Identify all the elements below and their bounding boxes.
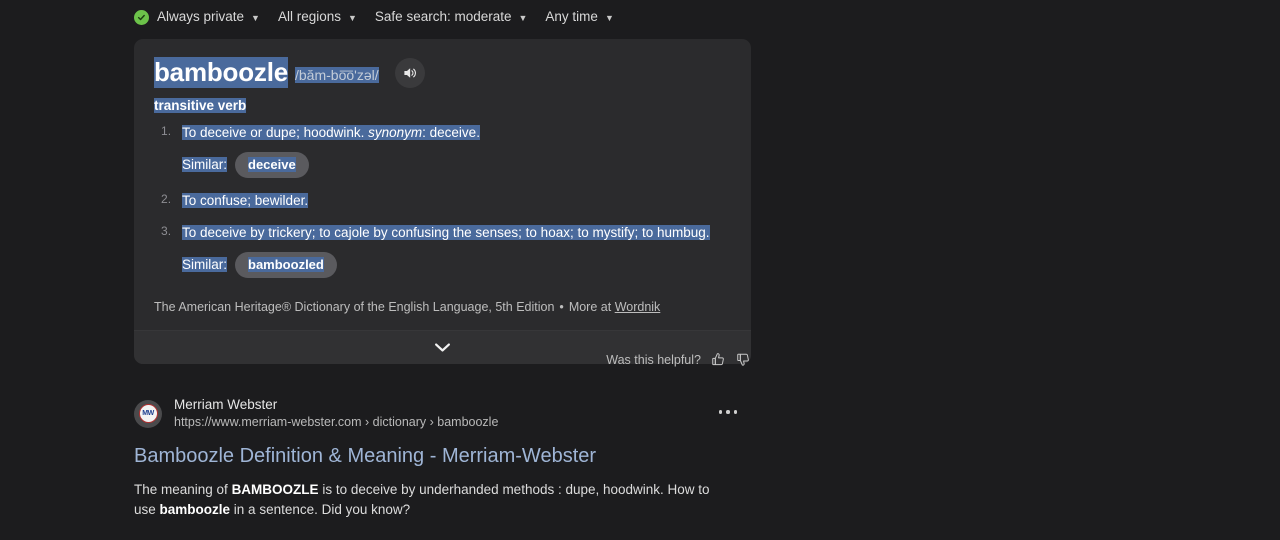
result-url: https://www.merriam-webster.com › dictio… [174, 415, 499, 430]
result-header: MW Merriam Webster https://www.merriam-w… [134, 396, 774, 431]
chevron-down-icon: ▼ [518, 12, 528, 23]
pronunciation: /băm-bo͞oʹzəl/ [295, 66, 379, 83]
chevron-down-icon: ▼ [604, 12, 614, 23]
filter-safe-search[interactable]: Safe search: moderate ▼ [375, 10, 528, 24]
chevron-down-icon: ▼ [251, 12, 260, 23]
snippet-bold-2: bamboozle [159, 501, 231, 517]
search-result-merriam-webster: MW Merriam Webster https://www.merriam-w… [134, 396, 774, 519]
sense-definition-text: To deceive or dupe; hoodwink. synonym: d… [182, 125, 480, 140]
result-site-block: Merriam Webster https://www.merriam-webs… [174, 396, 498, 431]
sense-definition-text: To confuse; bewilder. [182, 192, 309, 208]
result-title-link[interactable]: Bamboozle Definition & Meaning - Merriam… [134, 443, 774, 469]
attribution: The American Heritage® Dictionary of the… [154, 300, 731, 314]
result-site-name: Merriam Webster [174, 397, 278, 412]
sense-definition-text: To deceive by trickery; to cajole by con… [182, 225, 710, 241]
similar-row: Similar: deceive [182, 151, 731, 178]
sense-item: To confuse; bewilder. [154, 191, 731, 211]
favicon-text: MW [138, 404, 158, 424]
part-of-speech-row: transitive verb [154, 97, 731, 123]
shield-check-icon [134, 9, 149, 25]
attribution-separator: • [559, 300, 564, 315]
feedback-row: Was this helpful? [134, 352, 751, 367]
feedback-question: Was this helpful? [606, 352, 701, 367]
attribution-source: The American Heritage® Dictionary of the… [154, 300, 555, 315]
filter-always-private[interactable]: Always private ▼ [134, 9, 260, 25]
snippet-bold-1: BAMBOOZLE [231, 482, 319, 498]
similar-chip-bamboozled[interactable]: bamboozled [235, 251, 337, 279]
similar-label: Similar: [182, 257, 228, 273]
filter-always-private-label: Always private [157, 9, 245, 25]
kebab-menu-icon[interactable] [718, 410, 737, 414]
snippet-part-1: The meaning of [134, 482, 232, 498]
filter-any-time[interactable]: Any time ▼ [545, 10, 613, 24]
wordnik-link[interactable]: Wordnik [615, 300, 661, 314]
result-snippet: The meaning of BAMBOOZLE is to deceive b… [134, 480, 734, 519]
similar-label: Similar: [182, 157, 228, 173]
headword-row: bamboozle /băm-bo͞oʹzəl/ [154, 57, 731, 88]
part-of-speech: transitive verb [154, 98, 247, 113]
similar-row: Similar: bamboozled [182, 251, 731, 279]
snippet-part-3: in a sentence. Did you know? [230, 501, 411, 517]
similar-chip-deceive[interactable]: deceive [235, 151, 309, 178]
search-filter-bar: Always private ▼ All regions ▼ Safe sear… [134, 0, 632, 34]
thumbs-down-icon[interactable] [736, 352, 751, 367]
favicon: MW [134, 399, 162, 428]
filter-safe-search-label: Safe search: moderate [374, 9, 512, 25]
sense-list: To deceive or dupe; hoodwink. synonym: d… [154, 123, 731, 279]
sense-item: To deceive by trickery; to cajole by con… [154, 223, 731, 279]
filter-any-time-label: Any time [545, 9, 598, 25]
dictionary-definition-card: bamboozle /băm-bo͞oʹzəl/ transitive verb… [134, 39, 751, 365]
speaker-icon[interactable] [394, 57, 425, 88]
filter-all-regions-label: All regions [277, 9, 341, 25]
sense-item: To deceive or dupe; hoodwink. synonym: d… [154, 123, 731, 178]
thumbs-up-icon[interactable] [711, 352, 726, 367]
chevron-down-icon: ▼ [348, 12, 357, 23]
headword: bamboozle [154, 57, 288, 88]
definition-card-body: bamboozle /băm-bo͞oʹzəl/ transitive verb… [134, 39, 751, 330]
filter-all-regions[interactable]: All regions ▼ [278, 10, 357, 24]
more-at-label: More at [568, 300, 612, 315]
